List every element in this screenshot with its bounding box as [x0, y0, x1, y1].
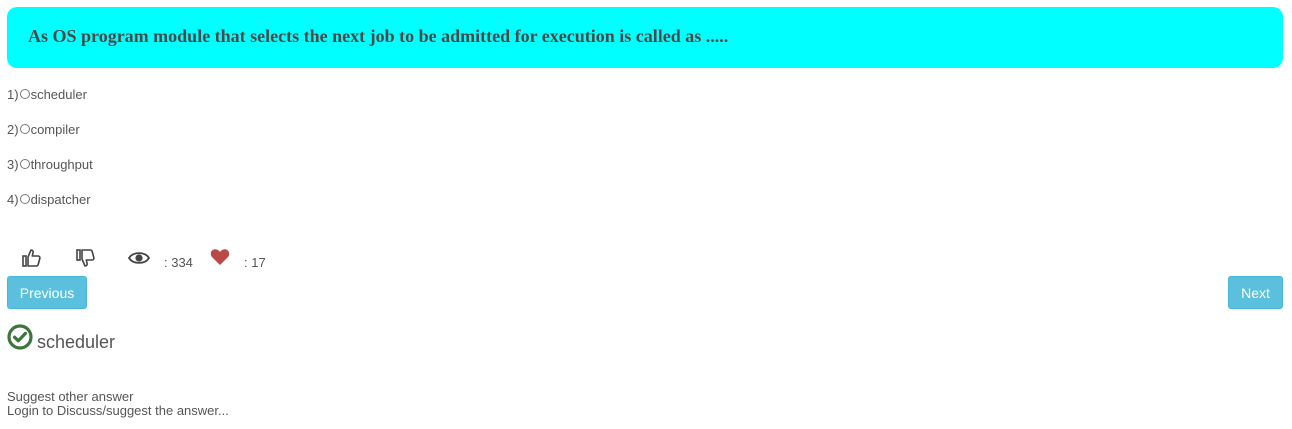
option-number: 2)	[7, 122, 19, 137]
option-radio-3[interactable]	[19, 159, 30, 169]
favorites-count: : 17	[244, 255, 266, 270]
option-1: 1) scheduler	[7, 86, 93, 121]
answer-text: scheduler	[37, 332, 116, 352]
option-3: 3) throughput	[7, 156, 93, 191]
option-2: 2) compiler	[7, 121, 93, 156]
option-radio-1[interactable]	[19, 89, 30, 99]
option-label[interactable]: throughput	[31, 156, 93, 174]
correct-answer: scheduler	[7, 324, 115, 355]
option-4: 4) dispatcher	[7, 191, 93, 226]
thumbs-down-icon[interactable]	[75, 247, 97, 274]
eye-icon	[127, 248, 151, 273]
option-number: 3)	[7, 157, 19, 172]
previous-button[interactable]: Previous	[7, 276, 87, 309]
options-list: 1) scheduler 2) compiler 3) throughput 4…	[7, 86, 93, 226]
heart-icon[interactable]	[210, 248, 230, 271]
next-button[interactable]: Next	[1228, 276, 1283, 309]
login-discuss-link[interactable]: Login to Discuss/suggest the answer...	[7, 404, 229, 418]
suggest-answer-link[interactable]: Suggest other answer	[7, 390, 229, 404]
option-number: 1)	[7, 87, 19, 102]
option-radio-2[interactable]	[19, 124, 30, 134]
option-number: 4)	[7, 192, 19, 207]
option-label[interactable]: compiler	[31, 121, 80, 139]
check-circle-icon	[7, 324, 33, 355]
option-label[interactable]: dispatcher	[31, 191, 91, 209]
views-count: : 334	[164, 255, 193, 270]
question-box: As OS program module that selects the ne…	[7, 7, 1283, 68]
option-radio-4[interactable]	[19, 194, 30, 204]
page: As OS program module that selects the ne…	[0, 0, 1292, 429]
thumbs-up-icon[interactable]	[21, 247, 43, 274]
question-text: As OS program module that selects the ne…	[28, 26, 729, 46]
suggest-section: Suggest other answer Login to Discuss/su…	[7, 390, 229, 418]
option-label[interactable]: scheduler	[31, 86, 87, 104]
